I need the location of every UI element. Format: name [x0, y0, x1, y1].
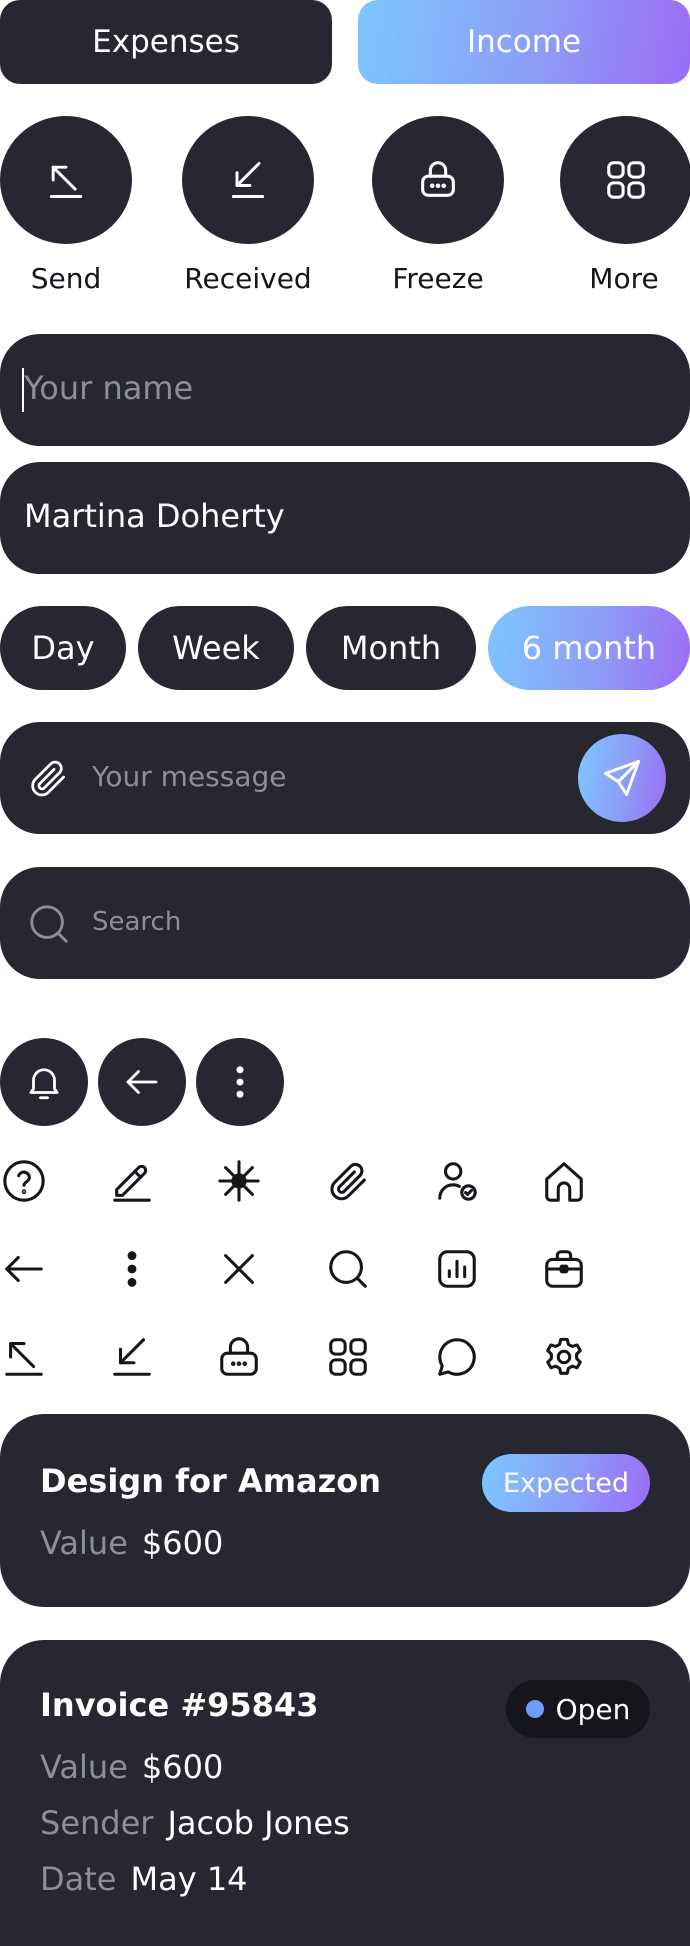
search-input-placeholder: Search: [92, 907, 182, 937]
project-card-title: Design for Amazon: [40, 1462, 382, 1500]
grid-icon: [607, 161, 645, 199]
arrow-down-left-icon: [231, 162, 265, 198]
income-tab[interactable]: Income: [358, 0, 690, 84]
value-amount: $600: [141, 1524, 224, 1562]
invoice-row-label: Date: [40, 1860, 117, 1898]
close-icon: [224, 1254, 254, 1284]
notifications-button[interactable]: [0, 1038, 88, 1126]
grid-icon: [329, 1338, 367, 1376]
more-vertical-icon: [127, 1251, 137, 1287]
status-badge: Expected: [482, 1454, 650, 1512]
arrow-left-icon: [126, 1070, 158, 1094]
send-label: Send: [30, 262, 102, 295]
message-input[interactable]: Your message: [0, 722, 690, 834]
invoice-row-label: Value: [40, 1748, 128, 1786]
home-icon: [545, 1162, 583, 1202]
briefcase-icon: [545, 1250, 583, 1288]
arrow-down-left-icon: [113, 1338, 151, 1376]
period-6-month-label: 6 month: [521, 629, 657, 667]
send-button[interactable]: [0, 116, 132, 244]
arrow-left-icon: [5, 1255, 43, 1283]
send-message-button[interactable]: [578, 734, 666, 822]
lock-icon: [421, 161, 455, 197]
period-week[interactable]: Week: [138, 606, 294, 690]
invoice-row: Sender Jacob Jones: [40, 1804, 350, 1842]
more-button[interactable]: [560, 116, 690, 244]
user-check-icon: [438, 1162, 477, 1201]
invoice-row-value: May 14: [130, 1860, 248, 1898]
name-field-value: Martina Doherty: [24, 497, 285, 535]
status-badge-label: Open: [555, 1692, 631, 1726]
period-month-label: Month: [340, 629, 442, 667]
status-dot: [525, 1700, 544, 1718]
search-icon: [329, 1250, 367, 1288]
freeze-button[interactable]: [372, 116, 504, 244]
invoice-row: Date May 14: [40, 1860, 248, 1898]
name-input-placeholder: Your name: [24, 369, 194, 407]
help-icon: [3, 1160, 45, 1202]
expenses-tab-label: Expenses: [92, 24, 240, 60]
edit-icon: [113, 1164, 151, 1202]
project-value-row: Value $600: [40, 1524, 223, 1562]
expenses-tab[interactable]: Expenses: [0, 0, 332, 84]
sparkle-icon: [218, 1160, 260, 1202]
invoice-row: Value $600: [40, 1748, 223, 1786]
period-6-month[interactable]: 6 month: [488, 606, 690, 690]
invoice-row-value: $600: [141, 1748, 224, 1786]
invoice-row-label: Sender: [40, 1804, 154, 1842]
search-input[interactable]: Search: [0, 867, 690, 979]
paperclip-icon: [330, 1162, 366, 1201]
name-field-filled[interactable]: Martina Doherty: [0, 462, 690, 574]
settings-icon: [546, 1337, 582, 1375]
project-card[interactable]: Design for Amazon Expected Value $600: [0, 1414, 690, 1607]
freeze-label: Freeze: [392, 262, 484, 295]
more-vertical-icon: [236, 1066, 244, 1098]
period-day-label: Day: [31, 629, 95, 667]
more-options-button[interactable]: [196, 1038, 284, 1126]
period-week-label: Week: [172, 629, 260, 667]
arrow-up-left-icon: [49, 165, 83, 198]
paper-plane-icon: [604, 760, 640, 796]
message-input-placeholder: Your message: [92, 760, 287, 793]
arrow-up-left-icon: [5, 1342, 43, 1376]
invoice-card-title: Invoice #95843: [40, 1686, 319, 1724]
period-month[interactable]: Month: [306, 606, 476, 690]
chat-icon: [438, 1338, 476, 1376]
search-icon: [26, 901, 72, 947]
name-input[interactable]: Your name: [0, 334, 690, 446]
bell-icon: [29, 1068, 59, 1100]
back-button[interactable]: [98, 1038, 186, 1126]
period-day[interactable]: Day: [0, 606, 126, 690]
invoice-card[interactable]: Invoice #95843 Open Value $600 Sender Jaco…: [0, 1640, 690, 1946]
status-badge: Open: [506, 1680, 650, 1738]
status-badge-label: Expected: [503, 1467, 629, 1499]
lock-icon: [220, 1337, 258, 1376]
income-tab-label: Income: [466, 24, 582, 60]
chart-icon: [438, 1250, 476, 1288]
received-label: Received: [184, 262, 312, 295]
invoice-row-value: Jacob Jones: [167, 1804, 350, 1842]
more-label: More: [589, 262, 659, 295]
paperclip-icon[interactable]: [24, 754, 72, 802]
received-button[interactable]: [182, 116, 314, 244]
value-label: Value: [40, 1524, 128, 1562]
